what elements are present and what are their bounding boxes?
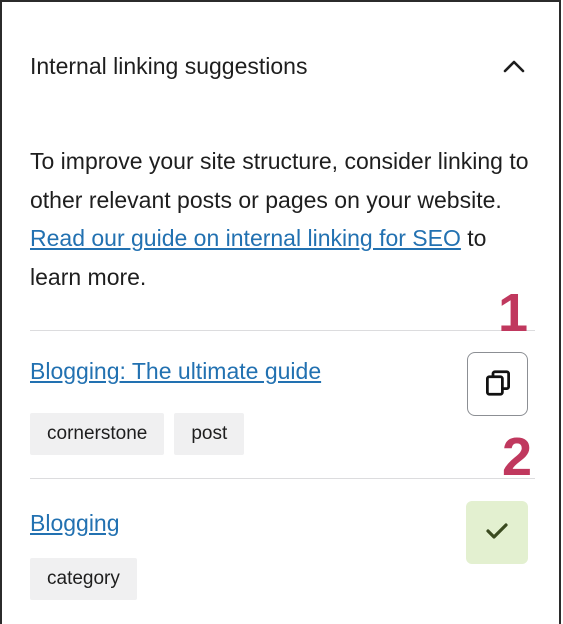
internal-linking-guide-link[interactable]: Read our guide on internal linking for S… (30, 225, 461, 251)
suggestion-link[interactable]: Blogging (30, 510, 120, 537)
tag: category (30, 558, 137, 600)
tag: post (174, 413, 245, 455)
suggestion-tags: cornerstone post (30, 413, 245, 455)
chevron-up-icon[interactable] (497, 49, 531, 83)
divider (30, 330, 535, 331)
checkmark-icon (485, 521, 509, 544)
panel-header[interactable]: Internal linking suggestions (30, 48, 531, 84)
copy-link-button[interactable] (467, 352, 528, 416)
divider (30, 478, 535, 479)
internal-linking-panel: Internal linking suggestions To improve … (0, 0, 561, 624)
copied-success-button[interactable] (466, 501, 528, 564)
copy-icon (483, 368, 513, 401)
suggestion-link[interactable]: Blogging: The ultimate guide (30, 358, 321, 385)
suggestion-tags: category (30, 558, 137, 600)
intro-text: To improve your site structure, consider… (30, 142, 535, 296)
annotation-marker-2: 2 (502, 427, 533, 487)
annotation-marker-1: 1 (498, 283, 529, 343)
panel-title: Internal linking suggestions (30, 52, 308, 79)
tag: cornerstone (30, 413, 165, 455)
intro-text-before: To improve your site structure, consider… (30, 148, 529, 213)
